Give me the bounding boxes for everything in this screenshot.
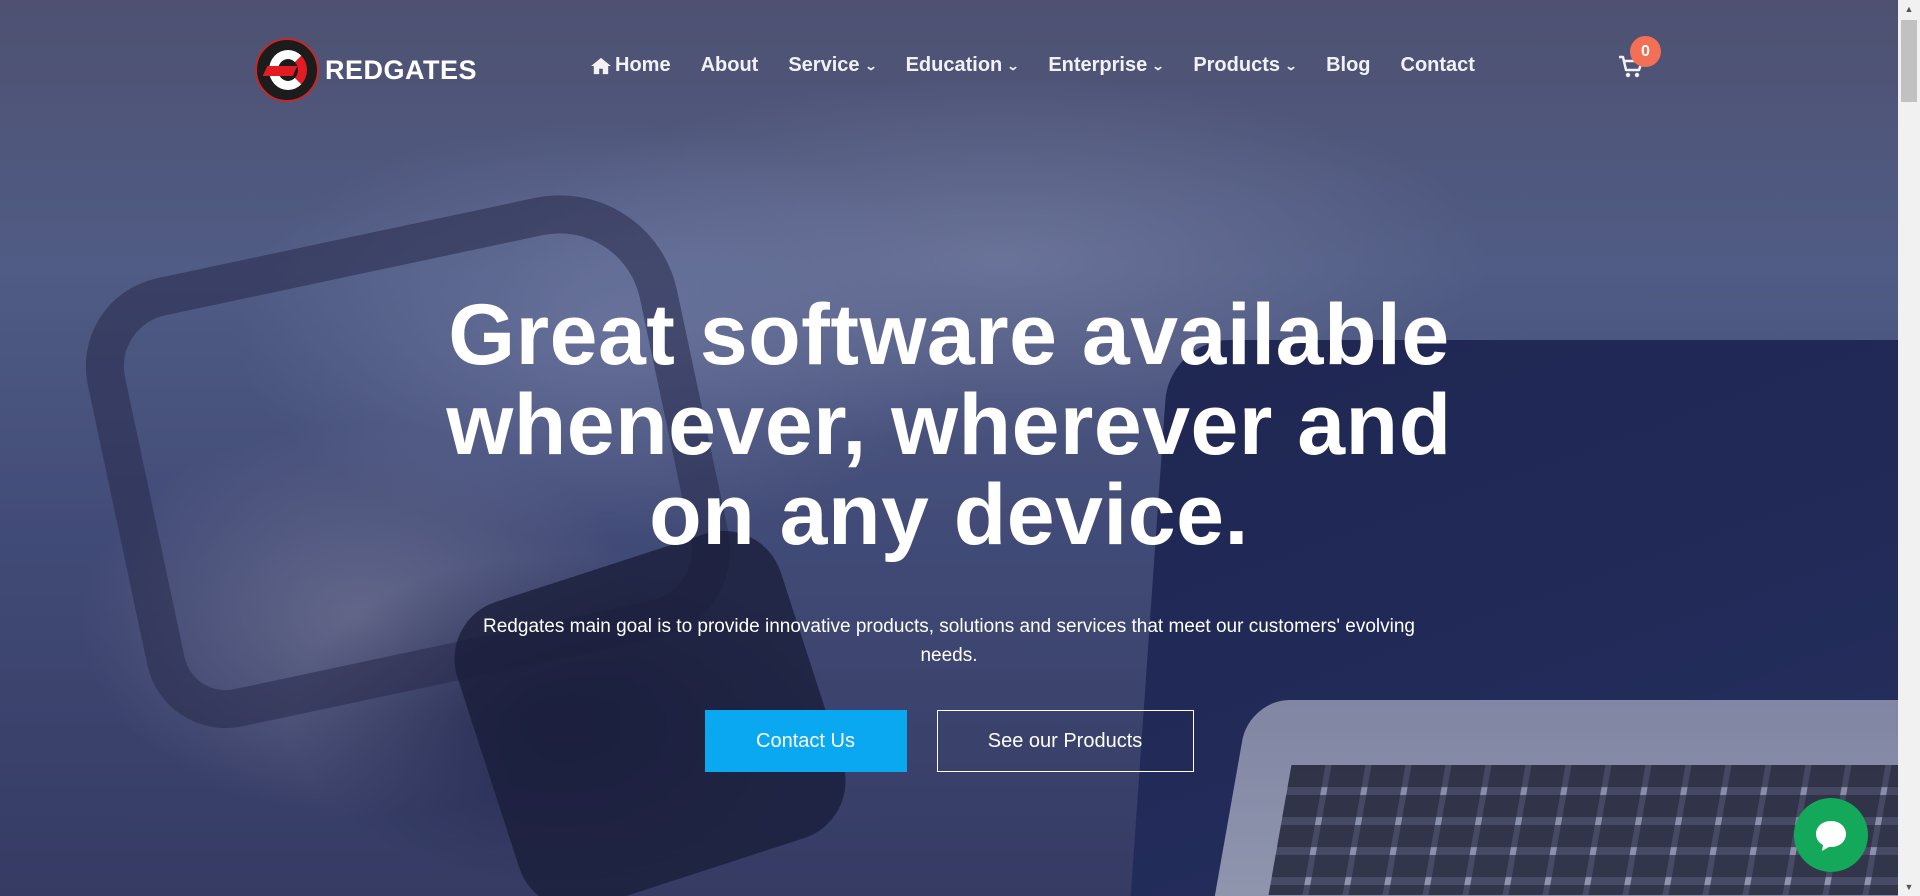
chevron-down-icon: ⌄ bbox=[1006, 58, 1020, 73]
chevron-down-icon: ⌄ bbox=[864, 58, 878, 73]
hero-actions: Contact Us See our Products bbox=[420, 710, 1478, 772]
nav-item-label: About bbox=[700, 54, 759, 76]
brand-logo[interactable]: REDGATES bbox=[255, 38, 477, 102]
site-header: REDGATES Home About Service ⌄ Education … bbox=[0, 0, 1898, 120]
scroll-down-arrow-icon[interactable]: ▼ bbox=[1898, 878, 1920, 896]
hero-subtitle: Redgates main goal is to provide innovat… bbox=[483, 616, 1415, 666]
nav-item-label: Blog bbox=[1326, 54, 1371, 76]
nav-item-about[interactable]: About bbox=[701, 54, 759, 77]
nav-item-contact[interactable]: Contact bbox=[1401, 54, 1475, 77]
chevron-down-icon: ⌄ bbox=[1151, 58, 1165, 73]
see-products-button[interactable]: See our Products bbox=[936, 710, 1194, 772]
nav-item-label: Enterprise bbox=[1048, 54, 1148, 76]
nav-item-education[interactable]: Education ⌄ bbox=[905, 54, 1020, 77]
cart-count-badge: 0 bbox=[1630, 36, 1661, 67]
nav-item-label: Contact bbox=[1400, 54, 1475, 76]
chat-bubble-icon bbox=[1816, 821, 1846, 851]
nav-item-label: Home bbox=[615, 54, 671, 76]
chat-button[interactable] bbox=[1794, 798, 1868, 872]
redgates-logo-icon bbox=[255, 38, 319, 102]
hero-section: Great software available whenever, where… bbox=[420, 290, 1478, 772]
nav-item-label: Education bbox=[905, 54, 1003, 76]
nav-item-enterprise[interactable]: Enterprise ⌄ bbox=[1048, 54, 1165, 77]
chevron-down-icon: ⌄ bbox=[1284, 58, 1298, 73]
brand-name: REDGATES bbox=[325, 54, 478, 85]
scroll-up-arrow-icon[interactable]: ▲ bbox=[1898, 0, 1920, 18]
scrollbar-thumb[interactable] bbox=[1901, 20, 1917, 102]
nav-item-label: Service bbox=[788, 54, 860, 76]
nav-item-products[interactable]: Products ⌄ bbox=[1193, 54, 1298, 77]
home-icon bbox=[591, 57, 611, 74]
hero-title: Great software available whenever, where… bbox=[446, 287, 1452, 563]
page-scrollbar[interactable]: ▲ ▼ bbox=[1898, 0, 1920, 896]
nav-item-blog[interactable]: Blog bbox=[1326, 54, 1370, 77]
nav-item-label: Products bbox=[1193, 54, 1280, 76]
main-nav: Home About Service ⌄ Education ⌄ Enterpr… bbox=[590, 54, 1505, 77]
contact-us-button[interactable]: Contact Us bbox=[704, 710, 907, 772]
nav-item-home[interactable]: Home bbox=[590, 54, 671, 77]
nav-item-service[interactable]: Service ⌄ bbox=[788, 54, 878, 77]
